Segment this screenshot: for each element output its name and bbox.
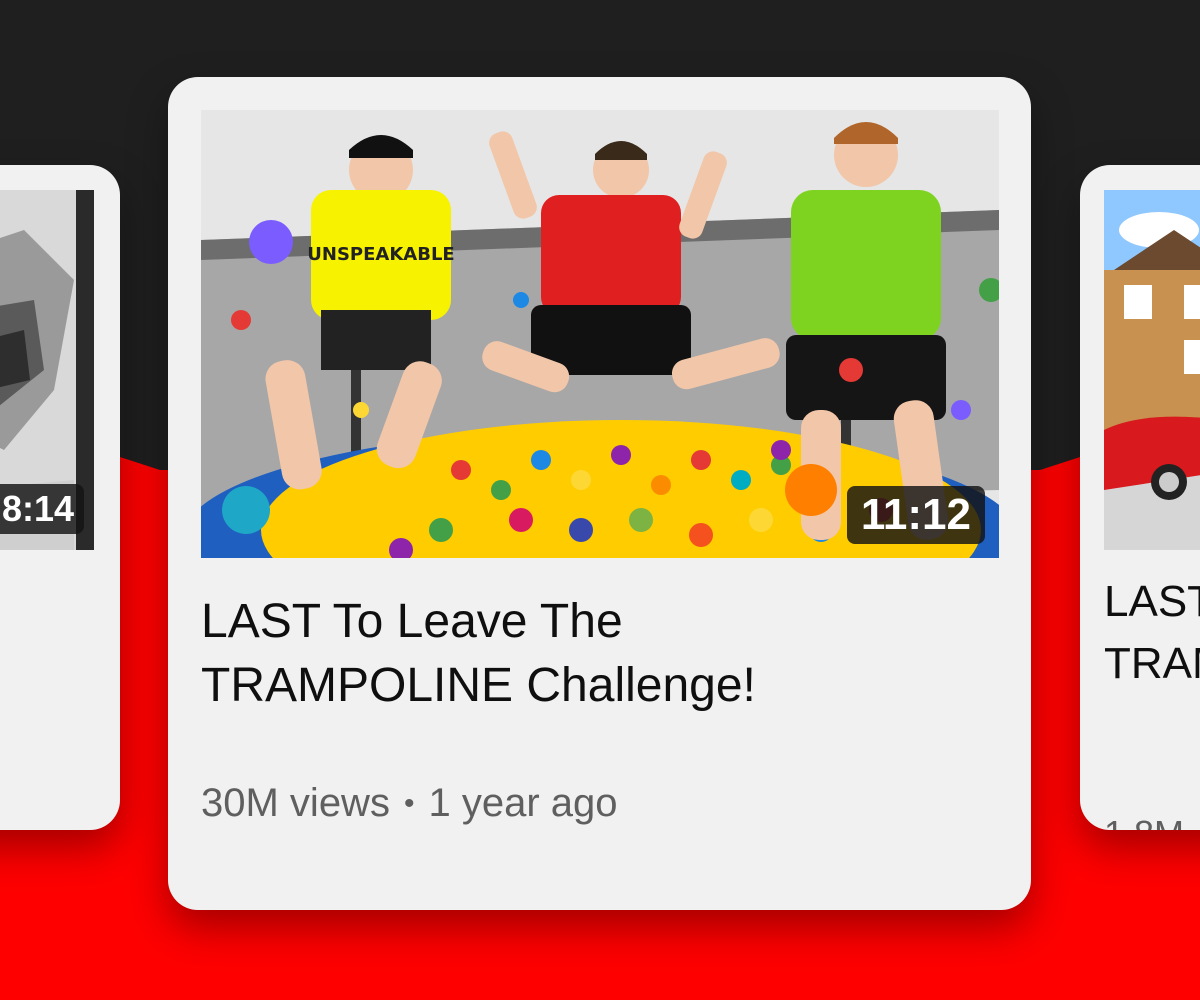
video-duration-left: 8:14: [0, 484, 84, 534]
video-title-right[interactable]: LAST To Leave TRAMPOLINE: [1104, 571, 1200, 695]
video-card-main[interactable]: UNSPEAKABLE 11:12 LAST To Leave The TRAM…: [168, 77, 1031, 910]
video-card-left[interactable]: 8:14: [0, 165, 120, 830]
shirt-logo-text: UNSPEAKABLE: [307, 244, 454, 265]
video-meta-right: 1.8M views: [1104, 813, 1200, 830]
video-title-right-line-2: TRAMPOLINE: [1104, 639, 1200, 688]
video-thumbnail-left[interactable]: 8:14: [0, 190, 94, 550]
video-thumbnail-main[interactable]: UNSPEAKABLE 11:12: [201, 110, 999, 558]
meta-separator: •: [403, 787, 415, 820]
video-title-right-line-1: LAST To Leave: [1104, 577, 1200, 626]
video-thumbnail-right[interactable]: [1104, 190, 1200, 550]
video-meta-main: 30M views • 1 year ago: [201, 781, 618, 826]
video-title-line-2: TRAMPOLINE Challenge!: [201, 659, 756, 712]
upload-age: 1 year ago: [428, 781, 618, 825]
video-title-main[interactable]: LAST To Leave The TRAMPOLINE Challenge!: [201, 590, 981, 718]
thumbnail-image-right: [1104, 190, 1200, 550]
video-title-line-1: LAST To Leave The: [201, 595, 623, 648]
video-card-right[interactable]: LAST To Leave TRAMPOLINE 1.8M views: [1080, 165, 1200, 830]
view-count: 30M views: [201, 781, 390, 825]
video-duration-main: 11:12: [846, 486, 985, 544]
